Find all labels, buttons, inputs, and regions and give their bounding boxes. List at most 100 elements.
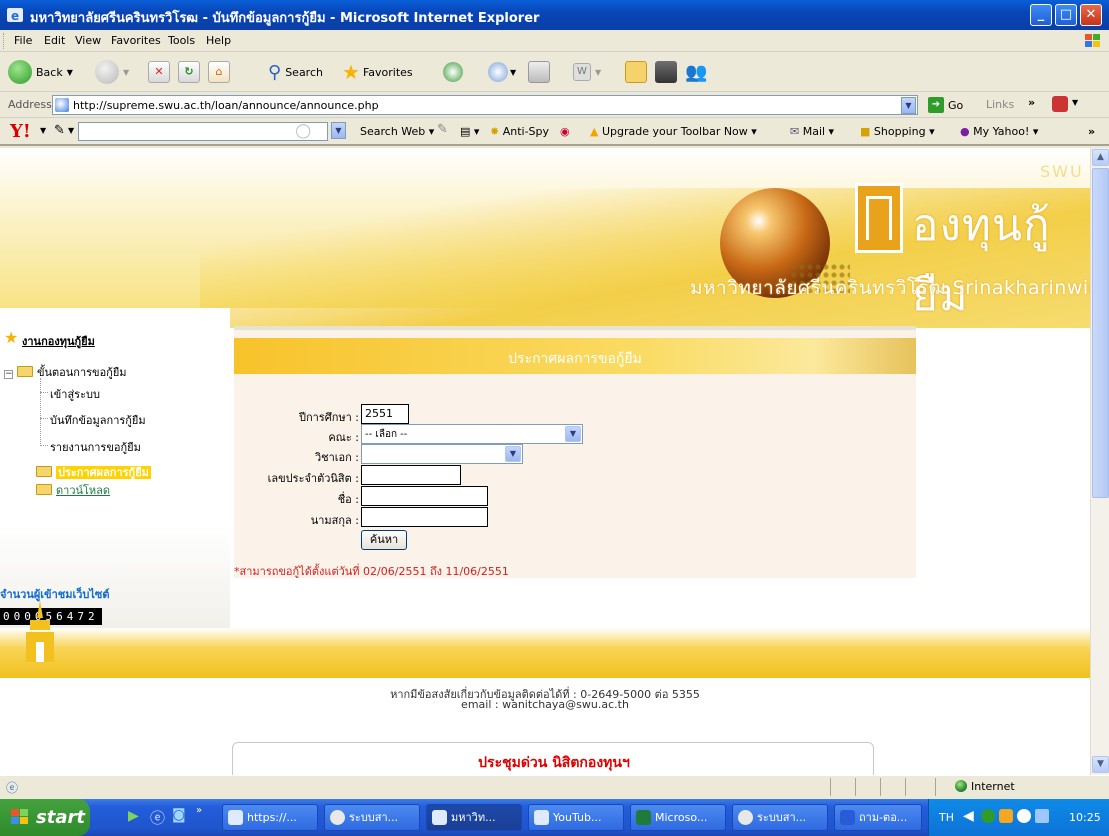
extension-icon[interactable] xyxy=(1052,96,1068,112)
taskbar-button-6[interactable]: ระบบสา... xyxy=(732,804,828,831)
taskbar-button-3[interactable]: มหาวิท... xyxy=(426,804,522,831)
forward-button[interactable]: ▼ xyxy=(95,58,129,86)
quicklaunch-desktop-icon[interactable]: ▶ xyxy=(128,808,139,824)
star-icon: ★ xyxy=(4,328,19,347)
tray-status-icon[interactable] xyxy=(1017,809,1031,823)
announce-label: ประกาศผลการกู้ยืม xyxy=(56,466,151,479)
fund-logo-text: องทุนกู้ยืม xyxy=(912,200,1051,321)
home-button[interactable]: ⌂ xyxy=(208,58,230,86)
news-title: ประชุมด่วน นิสิตกองทุนฯ xyxy=(478,755,630,771)
print-icon xyxy=(528,61,550,83)
menu-tools[interactable]: Tools xyxy=(168,34,195,47)
minimize-button[interactable]: _ xyxy=(1030,4,1052,26)
yahoo-mail-button[interactable]: ✉ Mail ▾ xyxy=(790,125,834,138)
menu-favorites[interactable]: Favorites xyxy=(111,34,161,47)
tray-back-icon[interactable]: ◀ xyxy=(963,808,974,824)
my-yahoo-label: My Yahoo! xyxy=(973,125,1030,138)
menu-view[interactable]: View xyxy=(75,34,101,47)
search-submit-button[interactable]: ค้นหา xyxy=(361,530,407,550)
language-indicator[interactable]: TH xyxy=(939,811,954,824)
quicklaunch-ie-icon[interactable]: ⓔ xyxy=(150,807,165,828)
menu-help[interactable]: Help xyxy=(206,34,231,47)
edit-button[interactable]: W ▼ xyxy=(573,58,601,86)
yahoo-search-web[interactable]: Search Web ▾ xyxy=(360,125,434,138)
nav-item-record-loan[interactable]: บันทึกข้อมูลการกู้ยืม xyxy=(50,411,146,429)
taskbar-label: ระบบสา... xyxy=(757,811,807,824)
maximize-button[interactable]: □ xyxy=(1055,4,1077,26)
tray-volume-icon[interactable] xyxy=(1035,809,1049,823)
refresh-icon: ↻ xyxy=(178,61,200,83)
scroll-up-icon[interactable]: ▲ xyxy=(1092,149,1109,166)
start-button[interactable]: start xyxy=(0,799,90,836)
chevron-down-icon[interactable]: ▼ xyxy=(40,126,46,135)
taskbar-button-4[interactable]: YouTub... xyxy=(528,804,624,831)
yahoo-search-dropdown[interactable]: ▼ xyxy=(331,122,346,139)
year-input[interactable]: 2551 xyxy=(361,404,409,424)
taskbar-button-5[interactable]: Microso... xyxy=(630,804,726,831)
go-label: Go xyxy=(948,98,964,112)
vertical-scrollbar[interactable]: ▲ ▼ xyxy=(1090,148,1109,775)
print-button[interactable] xyxy=(528,58,550,86)
taskbar-label: https://... xyxy=(247,811,297,824)
menu-file[interactable]: File xyxy=(14,34,32,47)
quicklaunch-media-icon[interactable]: ◙ xyxy=(172,807,186,823)
address-input[interactable]: http://supreme.swu.ac.th/loan/announce/a… xyxy=(52,95,918,115)
quicklaunch-overflow-icon[interactable]: » xyxy=(196,805,202,816)
menu-edit[interactable]: Edit xyxy=(44,34,65,47)
favorites-button[interactable]: ★ Favorites xyxy=(342,58,413,86)
scroll-down-icon[interactable]: ▼ xyxy=(1092,756,1109,773)
taskbar-button-2[interactable]: ระบบสา... xyxy=(324,804,420,831)
messenger-button[interactable]: 👥 xyxy=(685,58,707,86)
shopping-bag-icon: ■ xyxy=(860,125,871,138)
yahoo-logo[interactable]: Y! xyxy=(10,121,31,142)
go-button[interactable]: ➔ Go xyxy=(928,97,963,113)
faculty-select[interactable]: -- เลือก -- ▼ xyxy=(361,424,583,444)
address-dropdown-button[interactable]: ▼ xyxy=(901,97,916,114)
nav-item-loan-report[interactable]: รายงานการขอกู้ยืม xyxy=(50,438,141,456)
faculty-label: คณะ : xyxy=(328,431,359,444)
yahoo-search-input[interactable]: ◯ xyxy=(78,122,328,141)
nav-heading[interactable]: งานกองทุนกู้ยืม xyxy=(22,332,95,350)
mail-button[interactable]: ▼ xyxy=(488,58,516,86)
history-button[interactable] xyxy=(443,58,463,86)
pencil-icon[interactable]: ✎ xyxy=(54,123,65,138)
popup-blocker-icon[interactable]: ◉ xyxy=(560,125,570,138)
status-divider xyxy=(935,778,936,796)
my-yahoo-button[interactable]: ● My Yahoo! ▾ xyxy=(960,125,1038,138)
major-select[interactable]: ▼ xyxy=(361,444,523,464)
student-id-input[interactable] xyxy=(361,465,461,485)
yahoo-shopping-button[interactable]: ■ Shopping ▾ xyxy=(860,125,935,138)
chevron-down-icon[interactable]: ▼ xyxy=(1072,98,1078,107)
yahoo-options-icon[interactable]: ▤ ▾ xyxy=(460,125,479,138)
nav-item-download[interactable]: ดาวน์โหลด xyxy=(36,481,110,499)
discuss-button[interactable] xyxy=(625,58,647,86)
stop-button[interactable]: ✕ xyxy=(148,58,170,86)
collapse-icon[interactable]: − xyxy=(4,370,13,379)
tray-app-icon[interactable] xyxy=(999,809,1013,823)
excel-icon xyxy=(636,810,651,825)
folder-icon xyxy=(36,466,52,477)
taskbar-button-7[interactable]: ถาม-ตอ... xyxy=(834,804,922,831)
start-label: start xyxy=(36,807,85,828)
taskbar-button-1[interactable]: https://... xyxy=(222,804,318,831)
close-button[interactable]: ✕ xyxy=(1080,4,1102,26)
anti-spy-button[interactable]: ✸ Anti-Spy xyxy=(490,125,549,138)
tree-group-steps[interactable]: − ขั้นตอนการขอกู้ยืม xyxy=(4,363,127,381)
scroll-thumb[interactable] xyxy=(1092,168,1109,498)
nav-item-announce[interactable]: ประกาศผลการกู้ยืม xyxy=(36,463,151,481)
search-button[interactable]: ⚲ Search xyxy=(268,58,323,86)
surname-input[interactable] xyxy=(361,507,488,527)
nav-item-login[interactable]: เข้าสู่ระบบ xyxy=(50,385,100,403)
highlight-pen-icon[interactable]: ✎ xyxy=(437,122,448,137)
toolbar-overflow-icon[interactable]: » xyxy=(1088,125,1095,138)
refresh-button[interactable]: ↻ xyxy=(178,58,200,86)
research-button[interactable] xyxy=(655,58,677,86)
tray-network-icon[interactable] xyxy=(981,809,995,823)
back-button[interactable]: Back ▼ xyxy=(8,58,73,86)
chevron-down-icon[interactable]: ▼ xyxy=(68,126,74,135)
upgrade-toolbar-button[interactable]: ▲ Upgrade your Toolbar Now ▾ xyxy=(590,125,757,138)
links-label[interactable]: Links xyxy=(986,98,1014,111)
name-input[interactable] xyxy=(361,486,488,506)
links-chevron-icon[interactable]: » xyxy=(1028,96,1035,109)
research-icon xyxy=(655,61,677,83)
